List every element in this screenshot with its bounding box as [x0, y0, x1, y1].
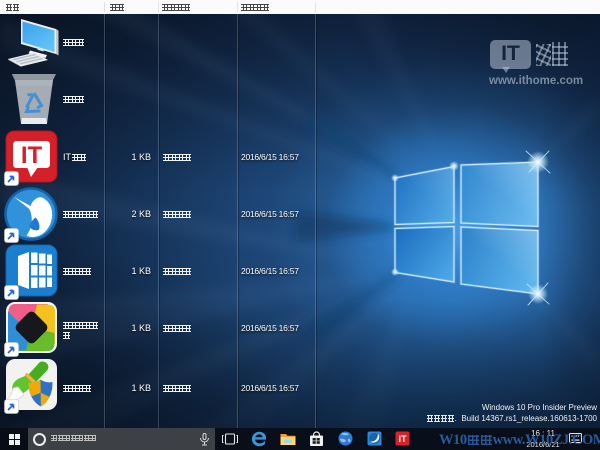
- svg-text:IT: IT: [399, 434, 408, 444]
- svg-text:IT: IT: [21, 142, 43, 169]
